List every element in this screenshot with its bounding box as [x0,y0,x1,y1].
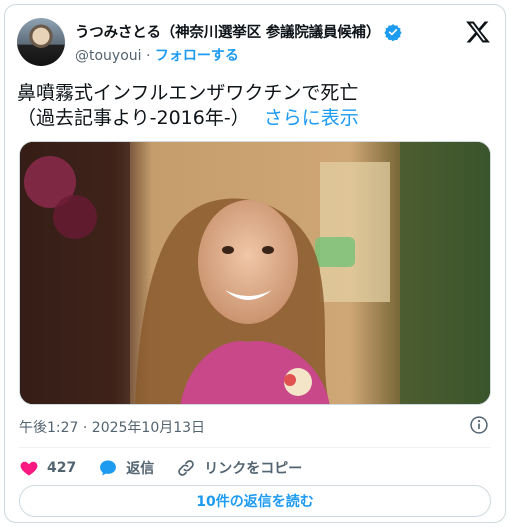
reply-label: 返信 [126,461,155,477]
author-handle[interactable]: @touyoui [75,48,142,64]
tweet-text-line-2-content: （過去記事より-2016年-） [17,107,250,129]
tweet-text: 鼻噴霧式インフルエンザワクチンで死亡 （過去記事より-2016年-） さらに表示 [17,81,493,131]
copy-link-label: リンクをコピー [204,461,303,477]
follow-button[interactable]: フォローする [155,48,239,64]
divider [19,447,491,448]
heart-icon [20,461,38,476]
x-logo-icon[interactable] [465,19,491,45]
author-handle-row: @touyoui · フォローする [75,45,239,65]
copy-link-button[interactable]: リンクをコピー [176,458,302,478]
like-button[interactable]: 427 [19,458,76,478]
reply-button[interactable]: 返信 [98,458,154,478]
tweet-media-photo[interactable] [19,141,491,405]
author-display-name[interactable]: うつみさとる（神奈川選挙区 参議院議員候補） [75,21,380,42]
link-icon [178,460,195,476]
tweet-timestamp[interactable]: 午後1:27 · 2025年10月13日 [19,417,205,437]
tweet-text-line-1: 鼻噴霧式インフルエンザワクチンで死亡 [17,82,359,104]
author-avatar[interactable] [17,18,65,66]
verified-badge-icon [384,23,402,41]
tweet-header: うつみさとる（神奈川選挙区 参議院議員候補） @touyoui · フォローする [17,15,495,67]
tweet-actions: 427 返信 リンクをコピー [19,455,324,481]
tweet-embed-card: うつみさとる（神奈川選挙区 参議院議員候補） @touyoui · フォローする… [4,4,506,523]
reply-bubble-icon [100,460,117,476]
show-more-link[interactable]: さらに表示 [264,107,359,129]
photo-girl-smiling [20,142,490,404]
info-icon[interactable] [469,415,489,435]
tweet-text-line-2: （過去記事より-2016年-） さらに表示 [17,106,493,131]
read-replies-button[interactable]: 10件の返信を読む [19,485,491,517]
like-count: 427 [47,460,77,476]
author-name-row: うつみさとる（神奈川選挙区 参議院議員候補） [75,21,402,42]
handle-separator: · [146,48,151,64]
